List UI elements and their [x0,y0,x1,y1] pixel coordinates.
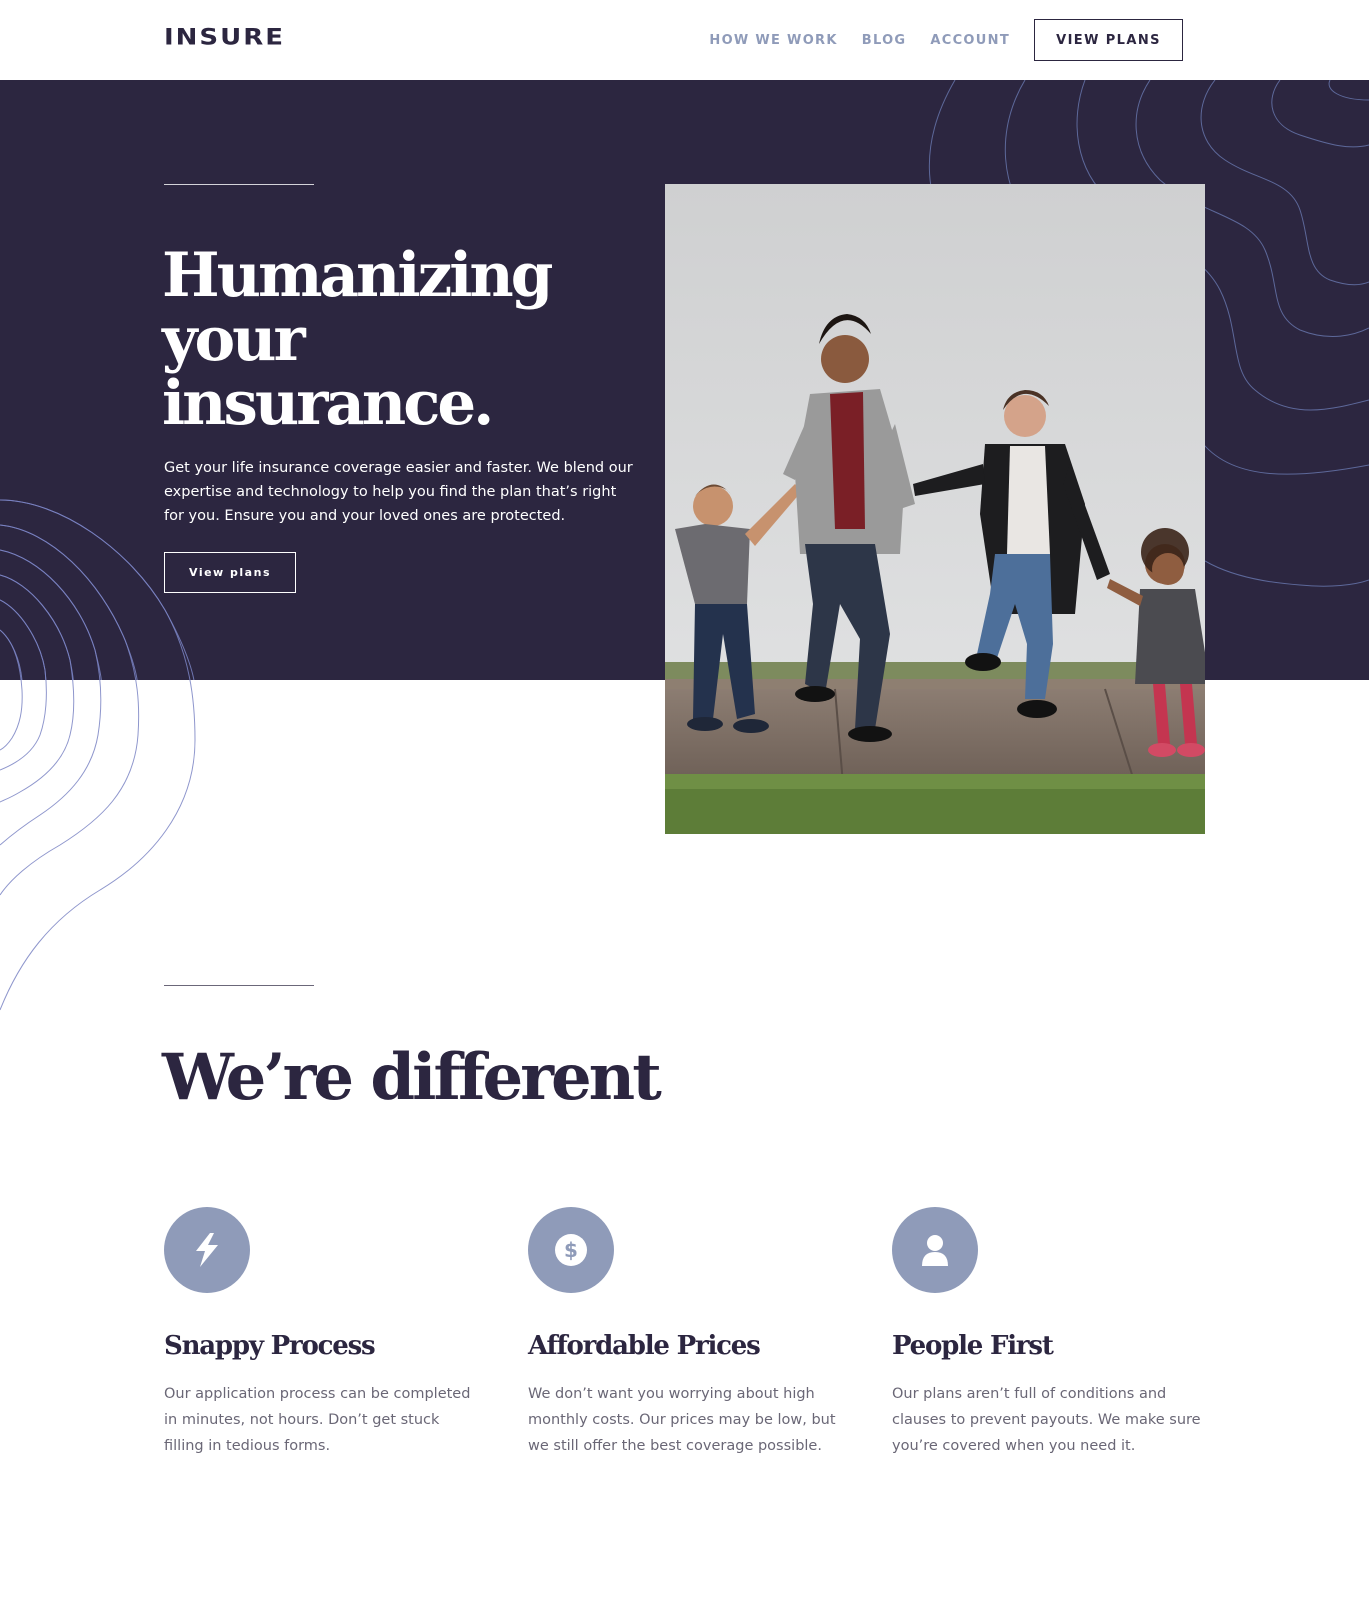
hero-title-line: insurance. [162,368,494,439]
lightning-icon [196,1233,218,1267]
person-icon [922,1235,948,1266]
feature-text: Our application process can be completed… [164,1386,471,1454]
section-divider [164,985,314,986]
feature-card-snappy: Snappy Process Our application process c… [164,1207,484,1454]
site-header: INSURE HOW WE WORK BLOG ACCOUNT VIEW PLA… [0,0,1369,80]
feature-title: People First [892,1331,1054,1361]
feature-text: Our plans aren’t full of conditions and … [892,1386,1201,1454]
left-curves-pattern [0,499,196,1011]
feature-icon-circle [164,1207,250,1293]
family-photo [665,184,1205,834]
nav-link-how-we-work[interactable]: HOW WE WORK [709,33,837,48]
feature-title: Affordable Prices [528,1331,761,1361]
feature-icon-circle: $ [528,1207,614,1293]
feature-title: Snappy Process [164,1331,376,1361]
hero-title-line: Humanizing [162,240,553,311]
dollar-icon: $ [555,1234,587,1266]
section-title: We’re different [162,1040,662,1115]
feature-card-people: People First Our plans aren’t full of co… [892,1207,1212,1454]
main-nav: HOW WE WORK BLOG ACCOUNT VIEW PLANS [709,19,1183,61]
feature-icon-circle [892,1207,978,1293]
hero-description: Get your life insurance coverage easier … [164,460,633,524]
feature-text: We don’t want you worrying about high mo… [528,1386,836,1454]
feature-card-affordable: $ Affordable Prices We don’t want you wo… [528,1207,848,1454]
hero-title: Humanizing your insurance. [162,244,632,436]
nav-link-blog[interactable]: BLOG [862,33,907,48]
nav-link-account[interactable]: ACCOUNT [930,33,1010,48]
view-plans-nav-button[interactable]: VIEW PLANS [1034,19,1183,61]
svg-text:$: $ [564,1238,578,1262]
family-photo-illustration [665,184,1205,834]
